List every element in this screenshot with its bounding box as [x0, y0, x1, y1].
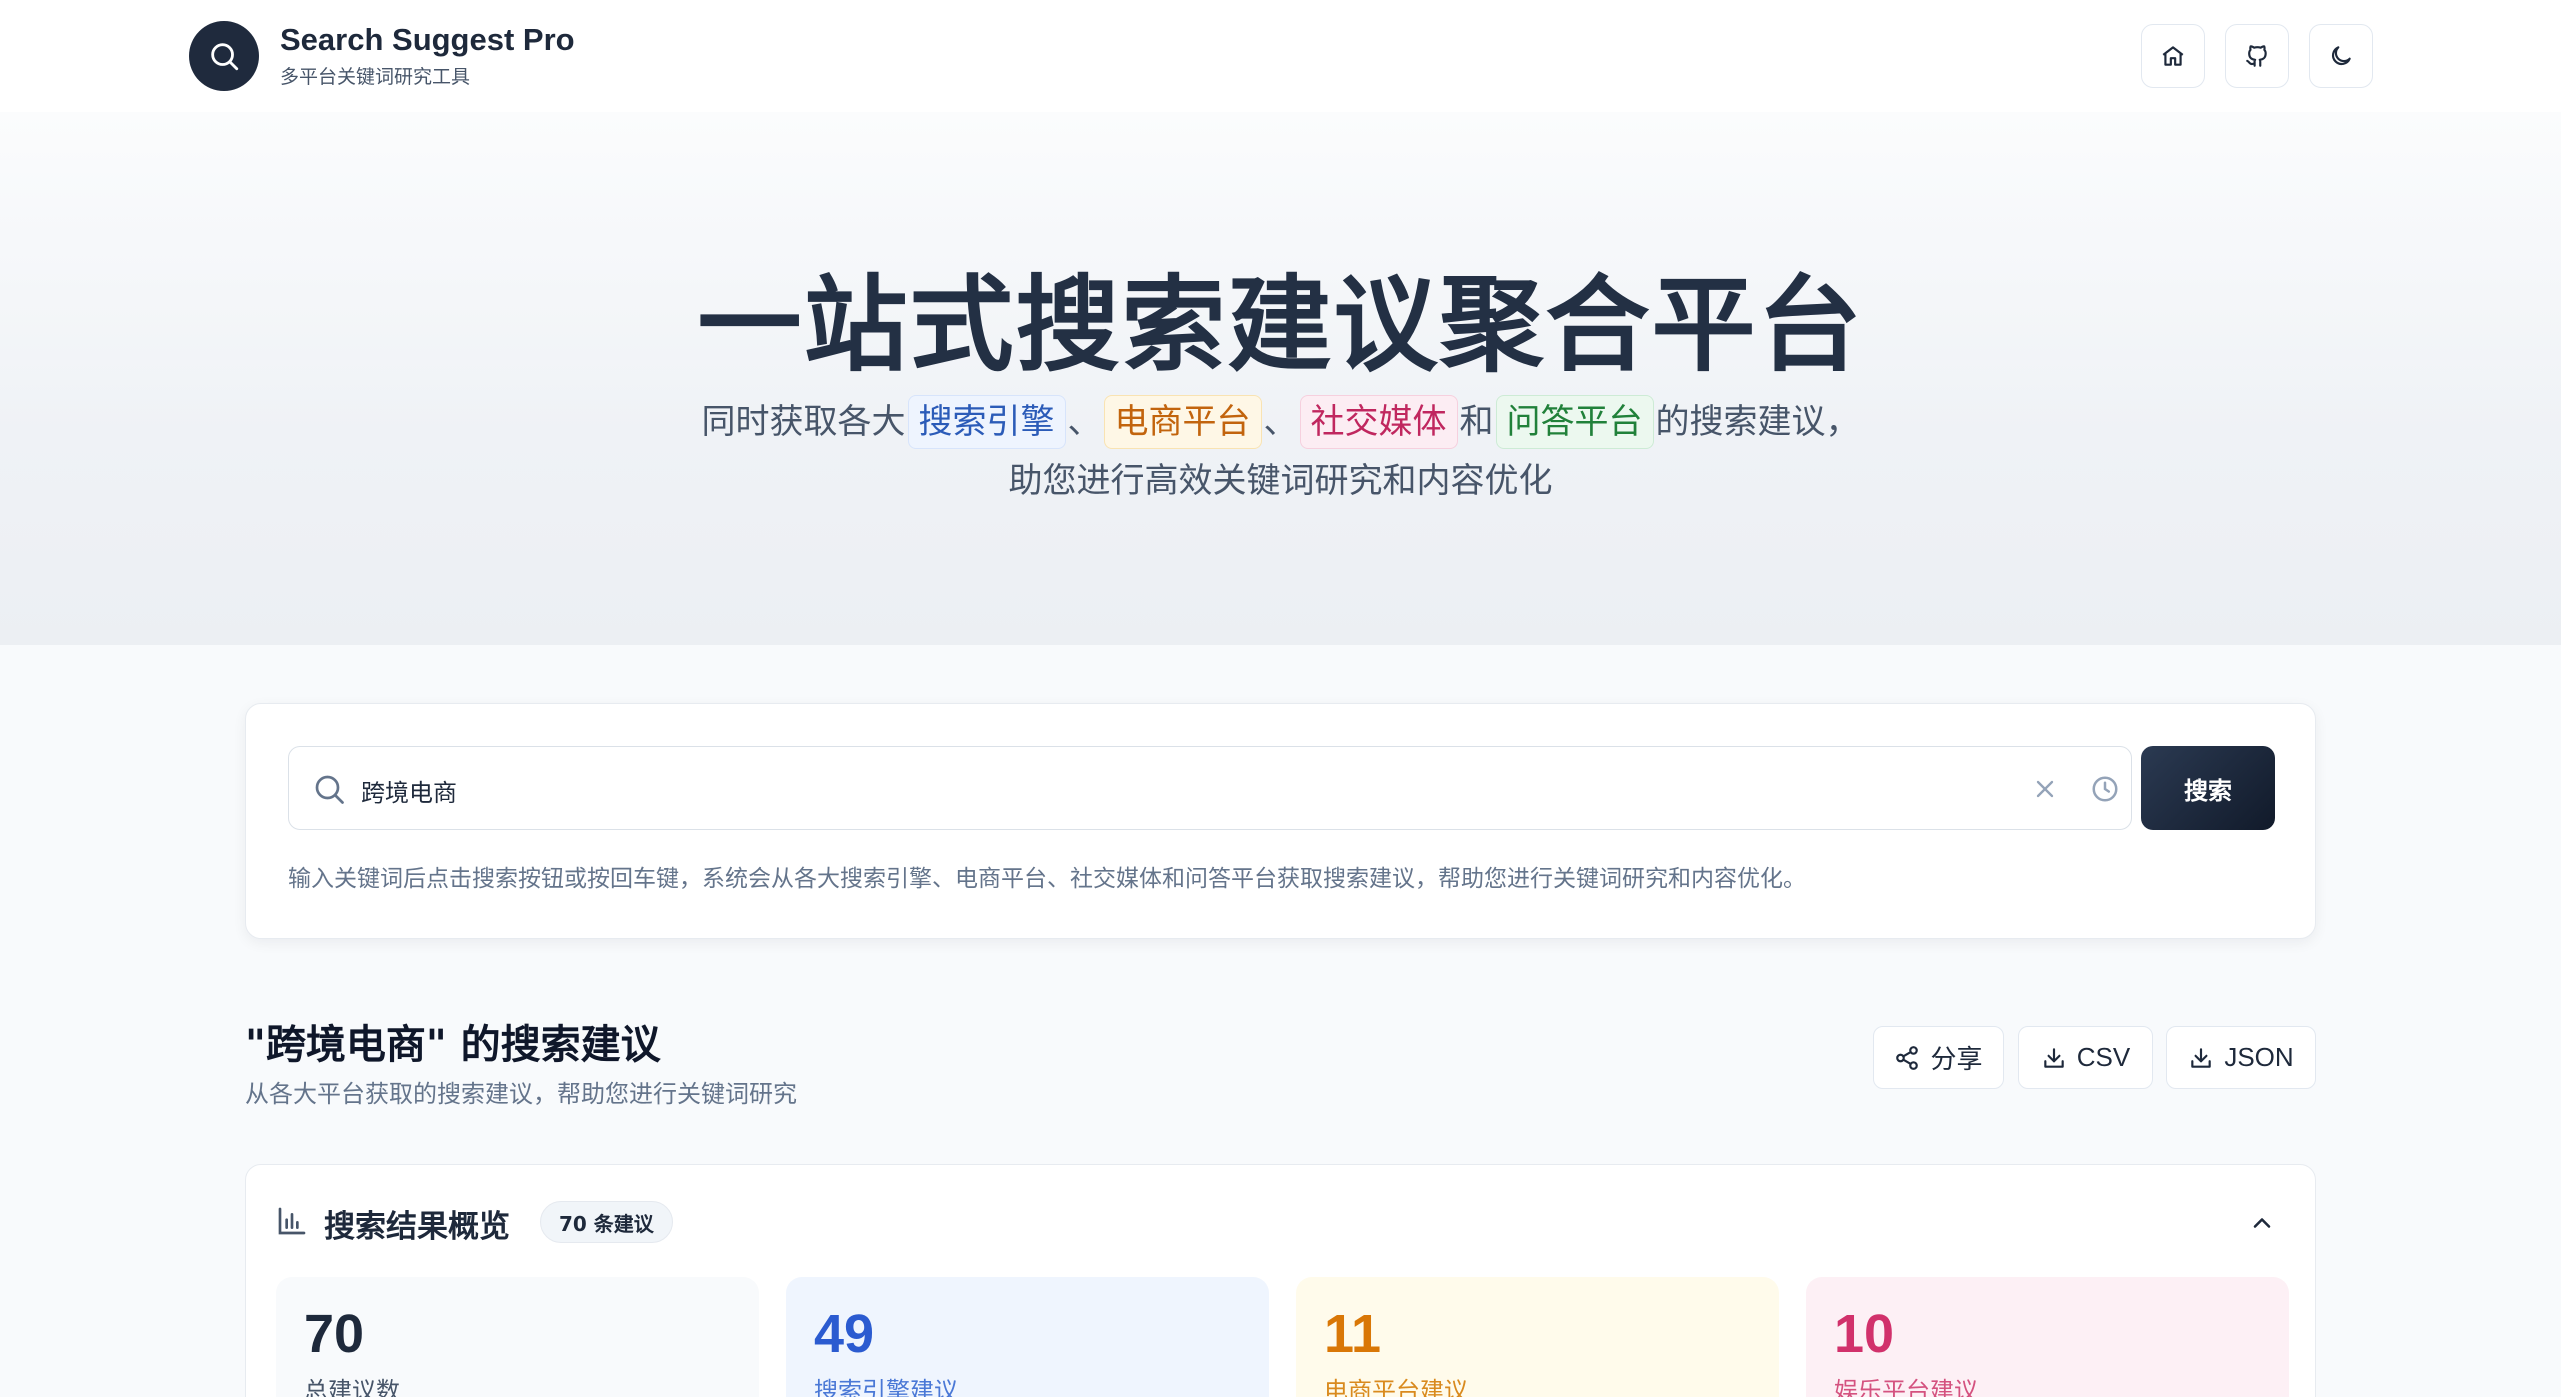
stat-value: 70	[304, 1304, 365, 1364]
tag-social-media: 社交媒体	[1299, 395, 1458, 449]
subtitle-suffix: 的搜索建议，	[1655, 402, 1860, 442]
json-label: JSON	[2224, 1042, 2294, 1072]
close-icon[interactable]	[2031, 775, 2059, 803]
csv-label: CSV	[2076, 1042, 2131, 1072]
results-subtitle: 从各大平台获取的搜索建议，帮助您进行关键词研究	[245, 1080, 797, 1108]
search-button[interactable]: 搜索	[2141, 746, 2275, 830]
search-card: 跨境电商 搜索 输入关键词后点击搜索按钮或按回车键，系统会从各大搜索引擎、电商平…	[245, 703, 2316, 939]
stat-label: 电商平台建议	[1324, 1377, 1468, 1397]
search-icon	[315, 775, 344, 804]
tag-ecommerce: 电商平台	[1103, 395, 1262, 449]
subtitle-prefix: 同时获取各大	[701, 402, 906, 442]
share-button[interactable]: 分享	[1873, 1026, 2004, 1089]
chevron-up-icon[interactable]	[2248, 1209, 2276, 1237]
stat-label: 搜索引擎建议	[814, 1377, 958, 1397]
github-icon	[2246, 45, 2267, 67]
share-label: 分享	[1930, 1044, 1983, 1074]
stat-entertainment: 10 娱乐平台建议	[1806, 1277, 2289, 1397]
app-header: Search Suggest Pro 多平台关键词研究工具	[0, 0, 2561, 112]
stat-search-engines: 49 搜索引擎建议	[786, 1277, 1269, 1397]
github-button[interactable]	[2225, 24, 2289, 88]
theme-toggle-button[interactable]	[2309, 24, 2373, 88]
separator: 、	[1067, 402, 1102, 442]
share-icon	[1896, 1045, 1919, 1070]
stat-ecommerce: 11 电商平台建议	[1296, 1277, 1779, 1397]
stat-value: 10	[1834, 1304, 1895, 1364]
moon-icon	[2331, 46, 2351, 66]
clock-icon[interactable]	[2090, 774, 2120, 804]
overview-title: 搜索结果概览	[324, 1209, 510, 1245]
tag-qa-platforms: 问答平台	[1495, 395, 1654, 449]
stat-label: 娱乐平台建议	[1834, 1377, 1978, 1397]
logo[interactable]	[189, 21, 259, 91]
tag-search-engines: 搜索引擎	[907, 395, 1066, 449]
results-overview-card: 搜索结果概览 70 条建议 70 总建议数 49 搜索引擎建议 11 电商平台建…	[245, 1164, 2316, 1397]
stat-value: 49	[814, 1304, 875, 1364]
brand-title: Search Suggest Pro	[280, 22, 575, 57]
results-title: "跨境电商" 的搜索建议	[245, 1022, 661, 1068]
suggestion-count-badge: 70 条建议	[540, 1201, 673, 1243]
bar-chart-icon	[278, 1207, 306, 1235]
search-hint: 输入关键词后点击搜索按钮或按回车键，系统会从各大搜索引擎、电商平台、社交媒体和问…	[288, 866, 1806, 892]
hero-subtitle: 同时获取各大 搜索引擎、电商平台、社交媒体和问答平台 的搜索建议，	[0, 395, 2561, 449]
export-csv-button[interactable]: CSV	[2018, 1026, 2153, 1089]
stat-label: 总建议数	[304, 1377, 400, 1397]
download-icon	[2191, 1047, 2212, 1068]
home-button[interactable]	[2141, 24, 2205, 88]
brand-subtitle: 多平台关键词研究工具	[280, 66, 471, 88]
conjunction: 和	[1459, 402, 1494, 442]
export-json-button[interactable]: JSON	[2166, 1026, 2316, 1089]
download-icon	[2044, 1047, 2064, 1068]
search-input[interactable]: 跨境电商	[288, 746, 2132, 830]
stat-total: 70 总建议数	[276, 1277, 759, 1397]
hero-subtitle-line2: 助您进行高效关键词研究和内容优化	[1008, 461, 1553, 501]
separator: 、	[1263, 402, 1298, 442]
search-input-value[interactable]: 跨境电商	[361, 773, 457, 808]
hero-section: 一站式搜索建议聚合平台 同时获取各大 搜索引擎、电商平台、社交媒体和问答平台 的搜索…	[0, 112, 2561, 645]
search-icon	[211, 43, 239, 71]
stat-value: 11	[1324, 1304, 1382, 1364]
hero-title: 一站式搜索建议聚合平台	[697, 264, 1864, 386]
home-icon	[2162, 46, 2184, 66]
